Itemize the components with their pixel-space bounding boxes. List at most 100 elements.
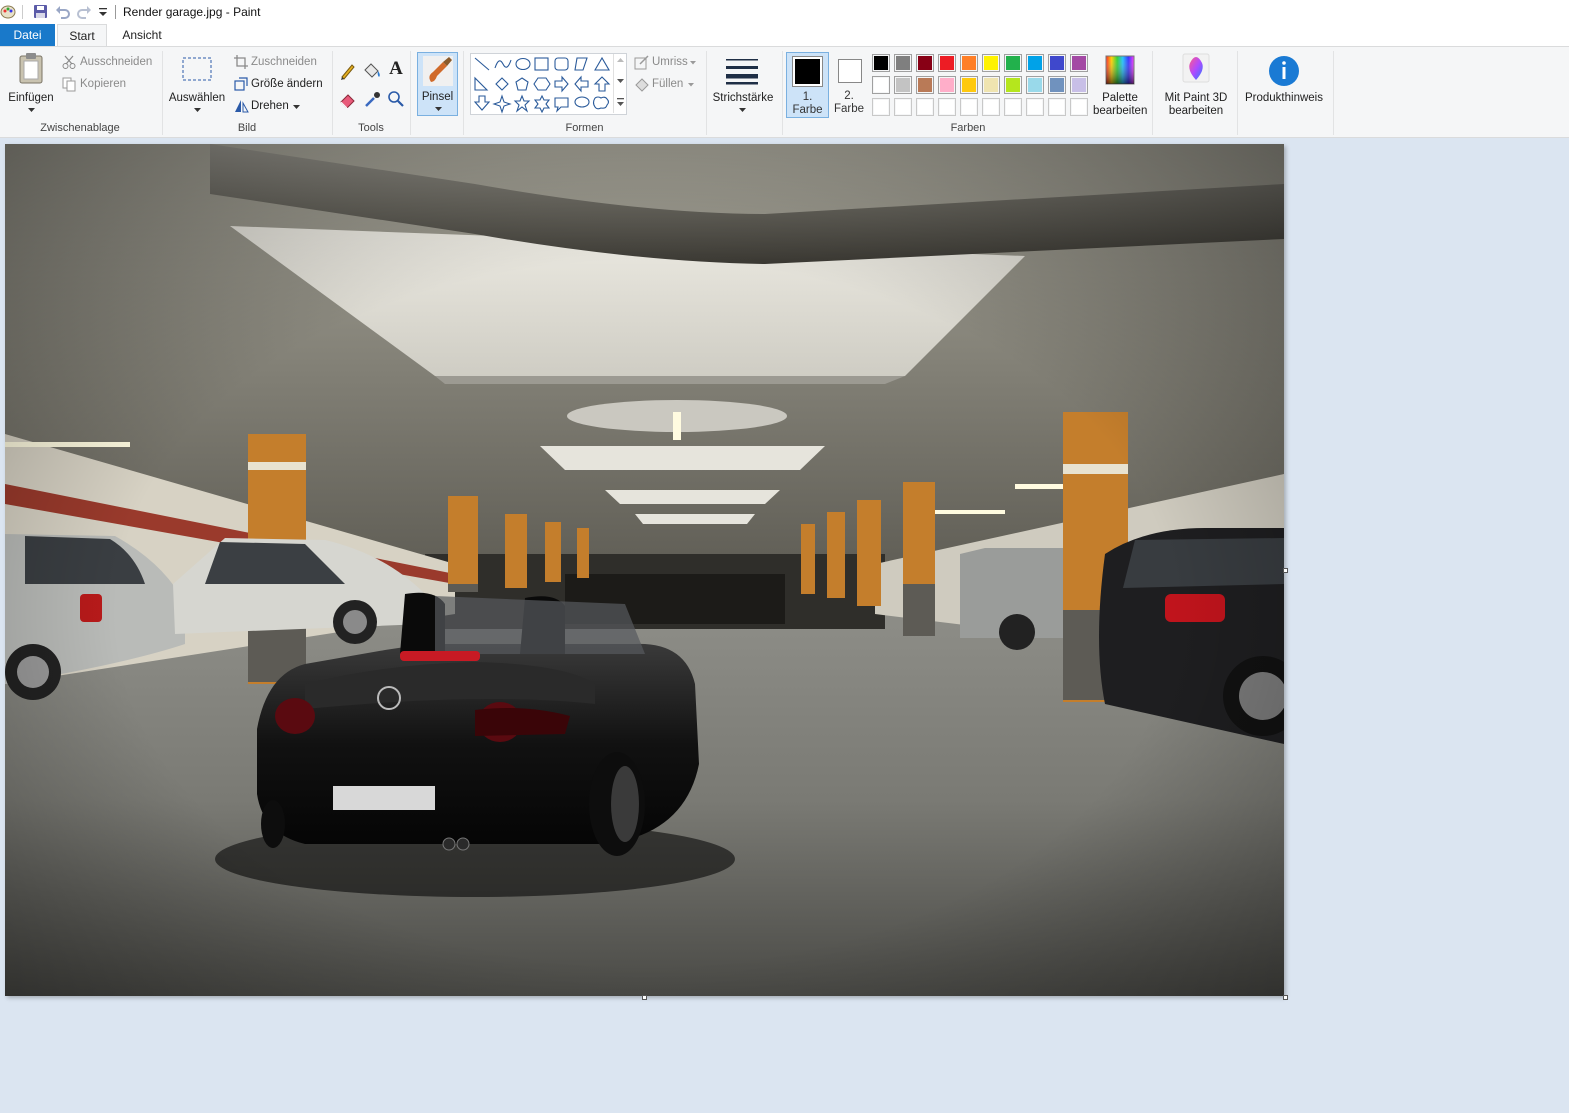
tab-start[interactable]: Start	[57, 24, 107, 47]
palette-swatch[interactable]	[982, 54, 1000, 72]
fill-label: Füllen	[652, 78, 684, 90]
scroll-up-icon[interactable]	[617, 58, 624, 63]
fill-button[interactable]: Füllen	[633, 76, 703, 94]
palette-swatch[interactable]	[960, 98, 978, 116]
window-title: Render garage.jpg - Paint	[123, 5, 261, 19]
dropdown-arrow-icon	[28, 108, 35, 112]
eraser-icon[interactable]	[339, 90, 357, 108]
right-triangle-shape-icon	[474, 76, 489, 91]
group-separator	[1333, 51, 1334, 135]
palette-swatch[interactable]	[960, 76, 978, 94]
garage-photo	[5, 144, 1284, 996]
polygon-shape-icon	[574, 57, 588, 71]
palette-swatch[interactable]	[1070, 76, 1088, 94]
group-separator	[1237, 51, 1238, 135]
palette-swatch[interactable]	[872, 76, 890, 94]
line-shape-icon	[474, 57, 490, 71]
color1-button[interactable]: 1. Farbe	[786, 52, 829, 118]
expand-gallery-icon[interactable]	[617, 98, 624, 107]
canvas-area[interactable]	[0, 138, 1569, 1113]
resize-handle-bottom[interactable]	[642, 995, 647, 1000]
size-label: Strichstärke	[712, 92, 774, 104]
group-separator	[782, 51, 783, 135]
palette-swatch[interactable]	[1048, 76, 1066, 94]
palette-swatch[interactable]	[1048, 98, 1066, 116]
resize-handle-corner[interactable]	[1283, 995, 1288, 1000]
paint3d-line2: bearbeiten	[1168, 105, 1224, 117]
text-tool-icon[interactable]: A	[386, 59, 406, 79]
color-picker-icon[interactable]	[363, 90, 381, 108]
dropdown-arrow-icon	[688, 83, 694, 87]
palette-swatch[interactable]	[938, 54, 956, 72]
palette-swatch[interactable]	[894, 76, 912, 94]
palette-swatch[interactable]	[1004, 98, 1022, 116]
rotate-button[interactable]: Drehen	[233, 98, 331, 116]
palette-swatch[interactable]	[916, 76, 934, 94]
colors-group-label: Farben	[950, 122, 986, 134]
select-label: Auswählen	[168, 92, 226, 104]
palette-swatch[interactable]	[894, 54, 912, 72]
palette-swatch[interactable]	[1070, 54, 1088, 72]
curve-shape-icon	[494, 59, 512, 69]
palette-swatch[interactable]	[938, 98, 956, 116]
save-icon[interactable]	[33, 4, 48, 19]
color2-swatch	[838, 59, 862, 83]
palette-swatch[interactable]	[982, 76, 1000, 94]
resize-handle-right[interactable]	[1283, 568, 1288, 573]
palette-swatch[interactable]	[872, 54, 890, 72]
redo-icon[interactable]	[77, 4, 92, 19]
rounded-rectangle-shape-icon	[554, 57, 569, 71]
shapes-gallery-icons	[473, 56, 611, 114]
palette-swatch[interactable]	[982, 98, 1000, 116]
edit-colors-line1: Palette	[1102, 92, 1138, 104]
scroll-down-icon[interactable]	[617, 79, 624, 84]
image-canvas[interactable]	[5, 144, 1284, 996]
resize-button[interactable]: Größe ändern	[233, 76, 331, 94]
tab-view[interactable]: Ansicht	[112, 24, 172, 46]
select-button[interactable]: Auswählen	[166, 49, 228, 115]
down-arrow-shape-icon	[473, 95, 491, 111]
product-alert-button[interactable]: Produkthinweis	[1241, 49, 1327, 117]
palette-swatch[interactable]	[1070, 98, 1088, 116]
crop-button[interactable]: Zuschneiden	[233, 54, 331, 72]
resize-icon	[234, 77, 248, 91]
shapes-scroll[interactable]	[613, 54, 626, 113]
rotate-icon	[235, 100, 249, 113]
fill-bucket-icon[interactable]	[362, 61, 382, 79]
palette-swatch[interactable]	[938, 76, 956, 94]
group-separator	[410, 51, 411, 135]
qat-separator	[22, 5, 23, 19]
palette-swatch[interactable]	[1004, 54, 1022, 72]
paste-icon	[19, 53, 43, 84]
size-button[interactable]: Strichstärke	[709, 49, 777, 115]
cut-label: Ausschneiden	[80, 56, 153, 68]
color1-swatch	[792, 56, 823, 87]
magnifier-icon[interactable]	[387, 90, 405, 108]
palette-swatch[interactable]	[1048, 54, 1066, 72]
palette-swatch[interactable]	[872, 98, 890, 116]
edit-with-paint3d-button[interactable]: Mit Paint 3D bearbeiten	[1159, 49, 1233, 117]
palette-swatch[interactable]	[916, 54, 934, 72]
color1-fill	[795, 59, 820, 84]
paste-button[interactable]: Einfügen	[4, 49, 58, 115]
palette-swatch[interactable]	[916, 98, 934, 116]
paint-app-icon[interactable]	[0, 3, 16, 19]
customize-qat-icon[interactable]	[98, 6, 108, 18]
cut-button[interactable]: Ausschneiden	[61, 54, 161, 72]
tab-file[interactable]: Datei	[0, 24, 55, 46]
palette-swatch[interactable]	[1026, 76, 1044, 94]
palette-swatch[interactable]	[894, 98, 912, 116]
palette-swatch[interactable]	[1026, 98, 1044, 116]
color1-label: Farbe	[792, 104, 823, 116]
color2-button[interactable]: 2. Farbe	[831, 52, 867, 118]
undo-icon[interactable]	[55, 4, 70, 19]
copy-button[interactable]: Kopieren	[61, 76, 161, 94]
outline-button[interactable]: Umriss	[633, 54, 703, 72]
crop-label: Zuschneiden	[251, 56, 317, 68]
palette-swatch[interactable]	[1004, 76, 1022, 94]
edit-colors-button[interactable]: Palette bearbeiten	[1093, 49, 1147, 117]
palette-swatch[interactable]	[960, 54, 978, 72]
palette-swatch[interactable]	[1026, 54, 1044, 72]
pencil-icon[interactable]	[339, 62, 357, 80]
brush-button[interactable]: Pinsel	[417, 52, 458, 116]
